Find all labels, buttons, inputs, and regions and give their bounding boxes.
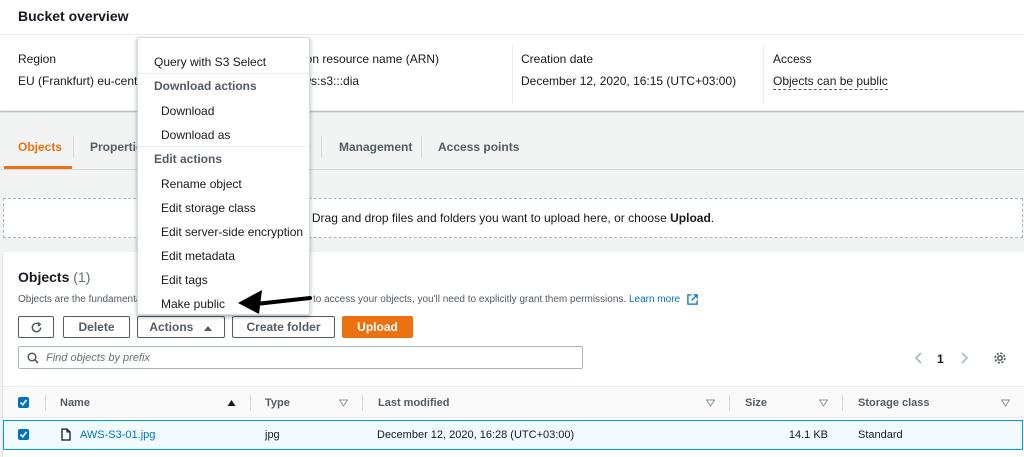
- sort-icon[interactable]: [819, 399, 828, 407]
- tab-access-points[interactable]: Access points: [438, 126, 519, 170]
- chevron-right-icon[interactable]: [959, 351, 969, 365]
- annotation-arrow-icon: [238, 290, 312, 314]
- learn-more-link[interactable]: Learn more: [629, 294, 680, 305]
- tab-divider: [321, 136, 322, 158]
- search-icon: [27, 352, 39, 364]
- external-link-icon[interactable]: [687, 294, 698, 305]
- column-header-size[interactable]: Size: [745, 387, 767, 419]
- menu-item-query-s3-select[interactable]: Query with S3 Select: [138, 50, 309, 74]
- table-row[interactable]: AWS-S3-01.jpg jpg December 12, 2020, 16:…: [3, 420, 1023, 450]
- sort-icon[interactable]: [1001, 399, 1010, 407]
- column-divider: [512, 44, 513, 104]
- search-box[interactable]: [18, 346, 583, 369]
- tab-objects[interactable]: Objects: [18, 126, 62, 170]
- column-header-last-modified[interactable]: Last modified: [378, 387, 450, 419]
- menu-item-download-as[interactable]: Download as: [138, 123, 309, 147]
- delete-button[interactable]: Delete: [63, 316, 130, 338]
- creation-date-field: Creation date December 12, 2020, 16:15 (…: [521, 52, 736, 88]
- column-divider: [362, 395, 363, 411]
- access-value[interactable]: Objects can be public: [773, 74, 888, 90]
- actions-dropdown-menu: Query with S3 Select Download actions Do…: [137, 37, 310, 315]
- overview-title: Bucket overview: [18, 8, 129, 24]
- chevron-left-icon[interactable]: [914, 351, 924, 365]
- tab-management[interactable]: Management: [339, 126, 412, 170]
- checkmark-icon: [19, 399, 28, 407]
- column-divider: [729, 395, 730, 411]
- active-tab-indicator: [4, 166, 72, 169]
- object-storage-class: Standard: [858, 429, 903, 441]
- objects-description-left: Objects are the fundamental: [18, 294, 144, 305]
- tab-divider: [73, 136, 74, 158]
- creation-date-label: Creation date: [521, 52, 594, 66]
- sort-icon[interactable]: [706, 399, 715, 407]
- creation-date-value: December 12, 2020, 16:15 (UTC+03:00): [521, 74, 737, 88]
- caret-up-icon: [203, 325, 212, 331]
- menu-group-download-actions: Download actions: [154, 79, 257, 93]
- menu-item-edit-encryption[interactable]: Edit server-side encryption: [138, 220, 309, 244]
- objects-heading: Objects (1): [18, 269, 90, 285]
- gear-icon[interactable]: [993, 351, 1007, 365]
- file-icon: [61, 428, 71, 441]
- select-all-checkbox[interactable]: [18, 397, 29, 408]
- row-checkbox[interactable]: [18, 429, 29, 440]
- column-divider: [842, 395, 843, 411]
- sort-ascending-icon[interactable]: [227, 399, 236, 407]
- create-folder-button[interactable]: Create folder: [232, 316, 335, 338]
- objects-description-right: to access your objects, you'll need to e…: [313, 294, 698, 305]
- dropzone-period: .: [710, 211, 715, 225]
- table-header: Name Type Last modified Size Storage cla…: [3, 386, 1024, 418]
- dropzone-upload-word: Upload: [670, 211, 711, 225]
- tab-divider: [421, 136, 422, 158]
- column-header-type[interactable]: Type: [265, 387, 290, 419]
- refresh-button[interactable]: [18, 316, 54, 338]
- page-number[interactable]: 1: [937, 352, 944, 366]
- upload-button[interactable]: Upload: [342, 316, 413, 338]
- objects-count: (1): [73, 269, 91, 285]
- actions-button[interactable]: Actions: [137, 316, 225, 338]
- column-header-storage-class[interactable]: Storage class: [858, 387, 930, 419]
- refresh-icon: [31, 322, 41, 333]
- object-size: 14.1 KB: [788, 429, 828, 441]
- access-label: Access: [773, 52, 812, 66]
- object-last-modified: December 12, 2020, 16:28 (UTC+03:00): [377, 429, 575, 441]
- object-name-link[interactable]: AWS-S3-01.jpg: [80, 421, 155, 449]
- menu-item-download[interactable]: Download: [138, 99, 309, 123]
- actions-label: Actions: [149, 320, 194, 334]
- checkmark-icon: [19, 431, 28, 439]
- object-type: jpg: [265, 429, 280, 441]
- overview-divider: [0, 34, 1024, 35]
- access-field: Access Objects can be public: [773, 52, 888, 90]
- menu-item-edit-metadata[interactable]: Edit metadata: [138, 244, 309, 268]
- column-divider: [763, 44, 764, 104]
- menu-item-edit-storage-class[interactable]: Edit storage class: [138, 196, 309, 220]
- objects-title: Objects: [18, 269, 70, 285]
- search-input[interactable]: [46, 348, 576, 367]
- column-header-name[interactable]: Name: [60, 387, 90, 419]
- menu-group-edit-actions: Edit actions: [154, 152, 223, 166]
- column-divider: [45, 395, 46, 411]
- column-divider: [250, 395, 251, 411]
- sort-icon[interactable]: [339, 399, 348, 407]
- objects-description-text: to access your objects, you'll need to e…: [313, 294, 627, 306]
- dropzone-text: Drag and drop files and folders you want…: [311, 211, 671, 225]
- menu-item-rename-object[interactable]: Rename object: [138, 172, 309, 196]
